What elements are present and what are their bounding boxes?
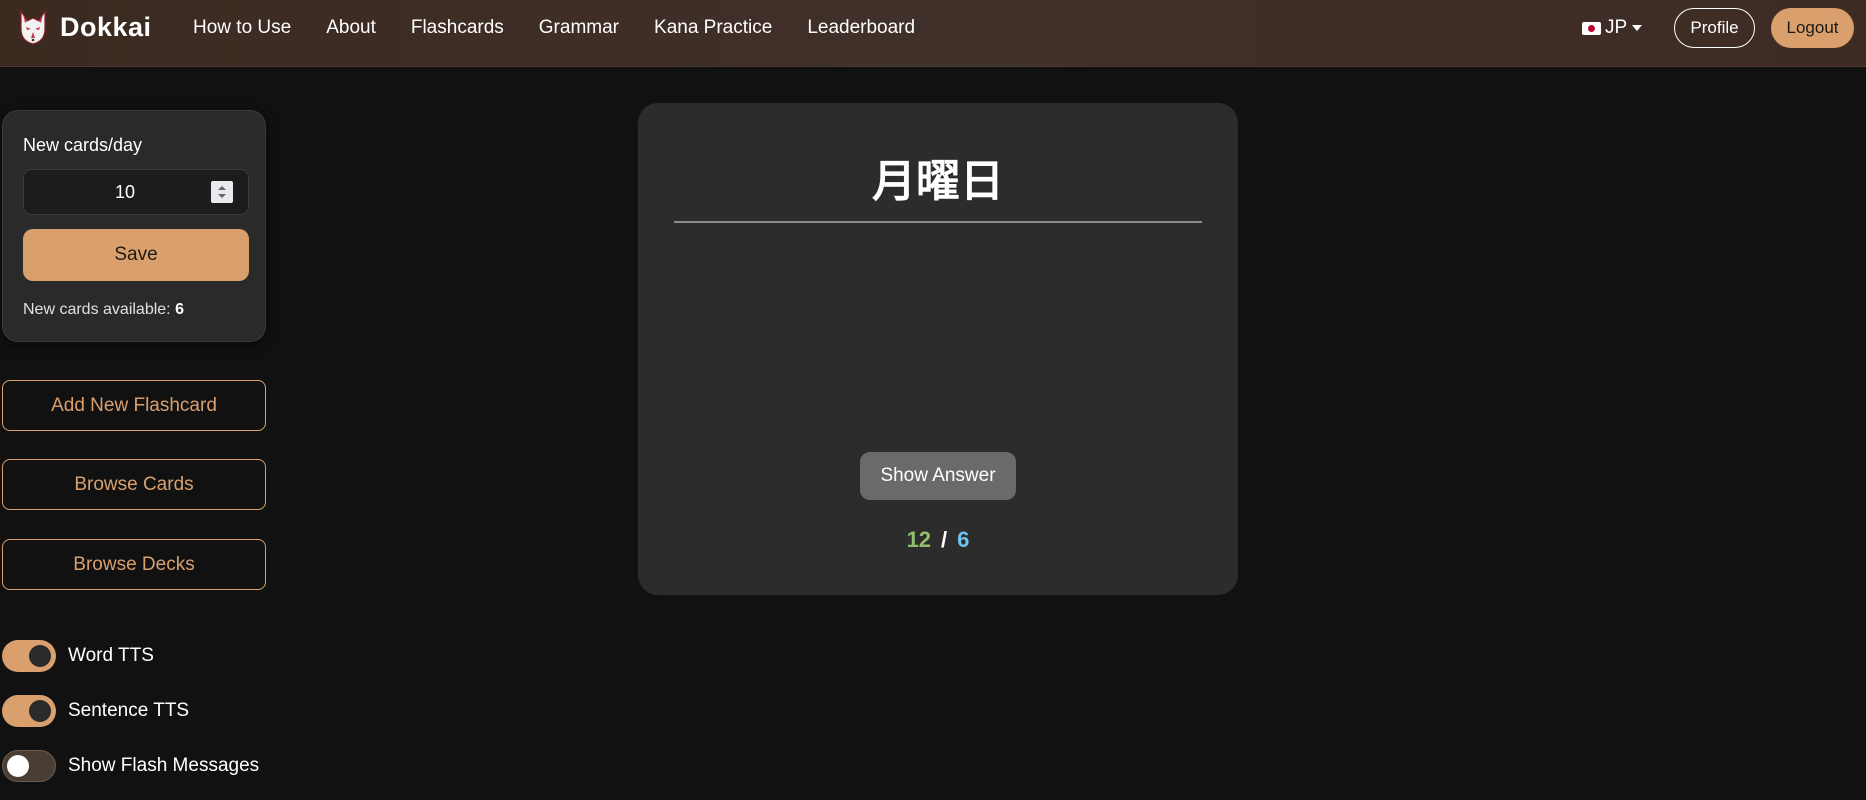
new-cards-per-day-input[interactable]: 10: [23, 169, 249, 215]
show-flash-messages-label: Show Flash Messages: [68, 755, 260, 776]
add-new-flashcard-button[interactable]: Add New Flashcard: [2, 380, 266, 431]
new-cards-available-count: 6: [175, 301, 184, 318]
new-card-count: 12: [906, 527, 932, 552]
toggle-knob: [7, 755, 29, 777]
nav-link-leaderboard[interactable]: Leaderboard: [807, 17, 915, 39]
new-cards-available: New cards available: 6: [23, 301, 184, 319]
spin-up-icon[interactable]: [218, 186, 226, 190]
new-cards-settings-panel: New cards/day 10 Save New cards availabl…: [2, 110, 266, 342]
sentence-tts-label: Sentence TTS: [68, 700, 190, 721]
browse-cards-button[interactable]: Browse Cards: [2, 459, 266, 510]
nav-link-how-to-use[interactable]: How to Use: [193, 17, 291, 39]
logout-button[interactable]: Logout: [1771, 8, 1854, 48]
show-flash-messages-row: Show Flash Messages: [2, 750, 259, 782]
card-counts: 12 / 6: [638, 527, 1238, 553]
nav-links: How to Use About Flashcards Grammar Kana…: [193, 14, 950, 42]
spin-down-icon[interactable]: [218, 194, 226, 198]
number-spinner[interactable]: [211, 181, 233, 203]
toggle-knob: [29, 645, 51, 667]
sentence-tts-row: Sentence TTS: [2, 695, 189, 727]
brand[interactable]: Dokkai: [18, 9, 152, 45]
card-divider: [674, 221, 1202, 223]
new-cards-per-day-label: New cards/day: [23, 135, 143, 155]
fox-mask-logo-icon: [20, 9, 46, 45]
count-separator: /: [941, 527, 948, 552]
profile-button[interactable]: Profile: [1674, 8, 1755, 48]
flashcard-word: 月曜日: [872, 156, 1004, 207]
nav-link-about[interactable]: About: [326, 17, 376, 39]
top-navbar: Dokkai How to Use About Flashcards Gramm…: [0, 0, 1866, 67]
brand-name: Dokkai: [60, 11, 152, 42]
save-button[interactable]: Save: [23, 229, 249, 281]
nav-link-kana-practice[interactable]: Kana Practice: [654, 17, 772, 39]
show-answer-button[interactable]: Show Answer: [860, 452, 1016, 500]
toggle-knob: [29, 700, 51, 722]
japan-flag-icon: [1582, 21, 1601, 35]
flashcard: 月曜日 Show Answer 12 / 6: [638, 103, 1238, 595]
nav-link-grammar[interactable]: Grammar: [539, 17, 619, 39]
word-tts-row: Word TTS: [2, 640, 154, 672]
nav-link-flashcards[interactable]: Flashcards: [411, 17, 504, 39]
new-cards-available-label: New cards available:: [23, 301, 171, 318]
word-tts-toggle[interactable]: [2, 640, 56, 672]
word-tts-label: Word TTS: [68, 645, 154, 666]
browse-decks-button[interactable]: Browse Decks: [2, 539, 266, 590]
language-selector[interactable]: JP: [1582, 15, 1643, 41]
new-cards-per-day-value: 10: [114, 181, 136, 202]
show-flash-messages-toggle[interactable]: [2, 750, 56, 782]
sentence-tts-toggle[interactable]: [2, 695, 56, 727]
language-code: JP: [1605, 17, 1628, 38]
caret-down-icon: [1632, 25, 1643, 31]
due-card-count: 6: [957, 527, 970, 552]
